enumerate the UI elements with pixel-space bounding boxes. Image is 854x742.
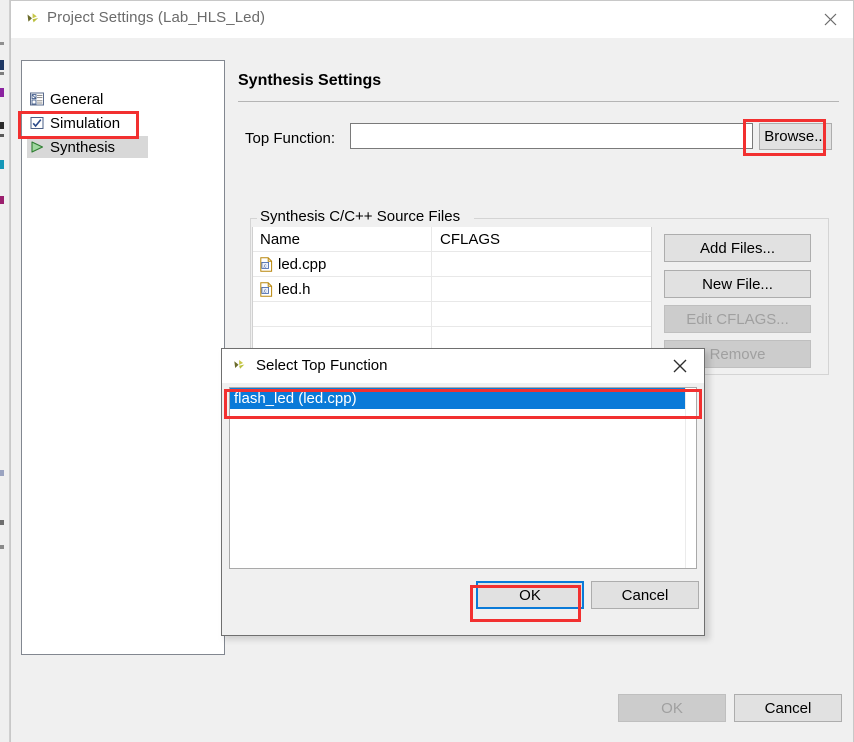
top-function-input[interactable] [350, 123, 753, 149]
sidebar-item-label: General [50, 90, 104, 108]
cell-cflags: CFLAGS [440, 231, 501, 248]
svg-text:.c: .c [263, 288, 267, 294]
top-function-label: Top Function: [245, 130, 336, 147]
dialog-titlebar: Select Top Function [222, 349, 704, 383]
close-icon[interactable] [658, 349, 702, 382]
browse-button[interactable]: Browse... [759, 123, 832, 150]
list-scrollbar[interactable] [685, 388, 696, 568]
dialog-ok-button[interactable]: OK [476, 581, 584, 609]
title-divider [238, 101, 839, 102]
window-titlebar: Project Settings (Lab_HLS_Led) [11, 1, 853, 38]
simulation-checkbox-icon [29, 115, 45, 131]
column-header-name: Name [260, 227, 300, 252]
desktop-artifact [0, 545, 4, 549]
sidebar-item-label: Synthesis [50, 138, 116, 156]
groupbox-legend: Synthesis C/C++ Source Files [257, 208, 464, 225]
settings-category-tree[interactable]: General Simulation Synthesis [21, 60, 225, 655]
c-source-file-icon: .c [260, 257, 273, 272]
table-row[interactable] [253, 302, 651, 327]
desktop-artifact [0, 520, 4, 525]
dialog-cancel-button[interactable]: Cancel [591, 581, 699, 609]
column-header-cflags: CFLAGS [440, 227, 500, 252]
edit-cflags-button: Edit CFLAGS... [664, 305, 811, 333]
top-function-list[interactable]: flash_led (led.cpp) [229, 387, 697, 569]
synthesis-play-icon [29, 139, 45, 155]
dialog-title: Select Top Function [256, 357, 388, 374]
desktop-artifact [0, 42, 4, 45]
close-icon[interactable] [807, 1, 853, 37]
page-title: Synthesis Settings [238, 72, 382, 89]
desktop-artifact [0, 470, 4, 476]
cell-name: Name [260, 231, 301, 248]
main-ok-button: OK [618, 694, 726, 722]
new-file-button[interactable]: New File... [664, 270, 811, 298]
vitis-hls-app-icon [24, 10, 42, 28]
desktop-artifact [0, 160, 4, 169]
table-row[interactable]: .c led.cpp [253, 252, 651, 277]
window-title: Project Settings (Lab_HLS_Led) [47, 9, 266, 26]
cell-name: led.h [278, 281, 311, 298]
desktop-artifact [0, 134, 4, 137]
add-files-button[interactable]: Add Files... [664, 234, 811, 262]
sidebar-item-label: Simulation [50, 114, 121, 132]
desktop-artifact [0, 196, 4, 204]
select-top-function-dialog: Select Top Function flash_led (led.cpp) … [221, 348, 705, 636]
sidebar-item-simulation[interactable]: Simulation [27, 112, 120, 134]
desktop-artifact [0, 60, 4, 70]
main-cancel-button[interactable]: Cancel [734, 694, 842, 722]
c-source-file-icon: .c [260, 282, 273, 297]
sidebar-item-synthesis[interactable]: Synthesis [27, 136, 148, 158]
sidebar-item-general[interactable]: General [27, 88, 103, 110]
list-item[interactable]: flash_led (led.cpp) [230, 388, 685, 409]
desktop-artifact [0, 122, 4, 129]
cell-name: led.cpp [278, 256, 327, 273]
vitis-hls-app-icon [231, 357, 248, 374]
general-settings-icon [29, 91, 45, 107]
table-row[interactable]: .c led.h [253, 277, 651, 302]
list-item-label: flash_led (led.cpp) [234, 390, 357, 407]
desktop-artifact [0, 72, 4, 75]
groupbox-border-right [474, 218, 829, 219]
table-header-row: Name CFLAGS [253, 227, 651, 252]
svg-text:.c: .c [263, 263, 267, 269]
desktop-artifact [0, 88, 4, 97]
